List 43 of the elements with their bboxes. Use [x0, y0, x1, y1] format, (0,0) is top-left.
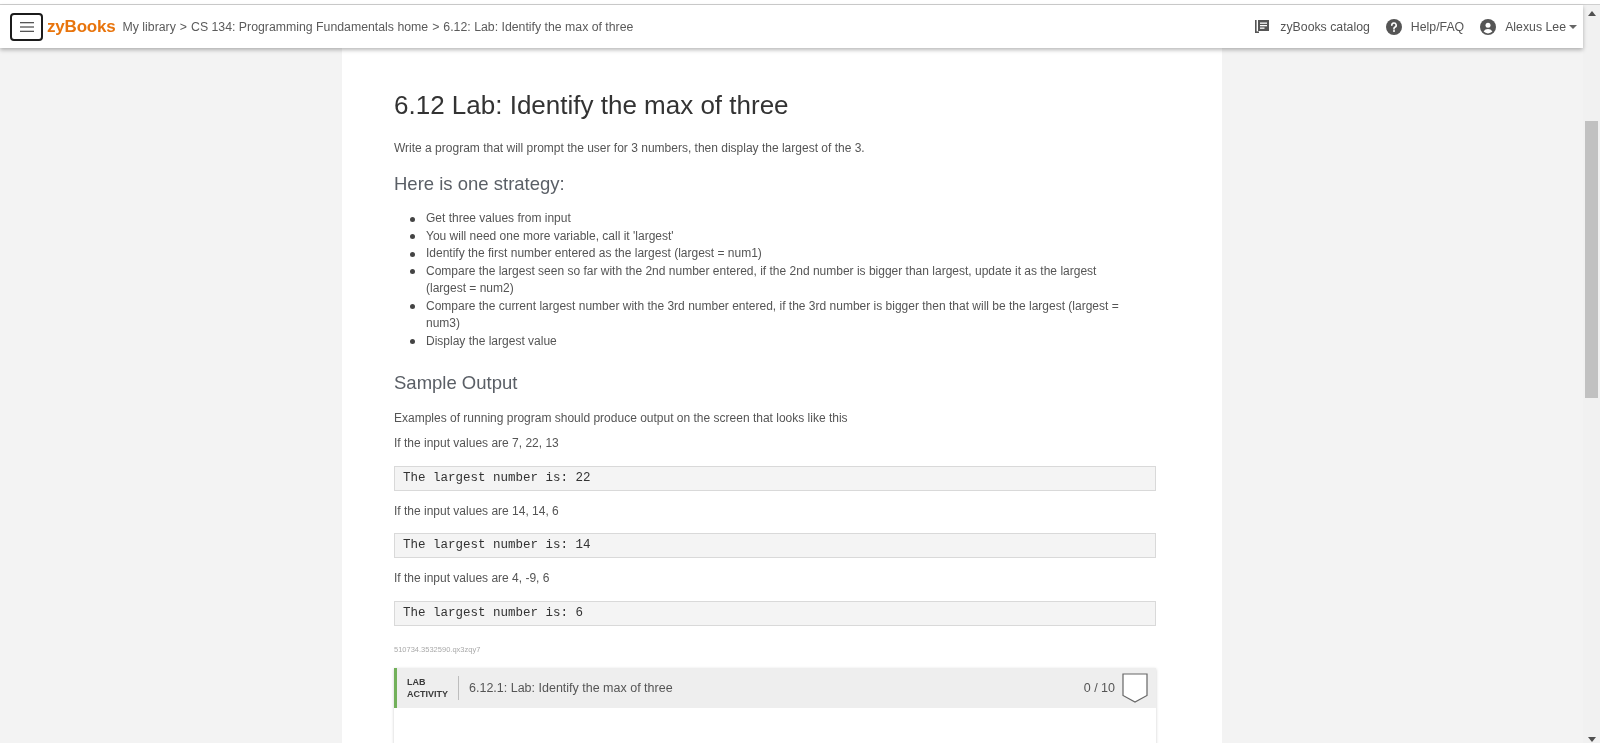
bullet-icon: [410, 339, 415, 344]
strategy-step: You will need one more variable, call it 'largest': [426, 227, 674, 245]
sample-intro-text: Examples of running program should produce output on the screen that looks like this: [394, 409, 849, 427]
sample-output-block: The largest number is: 14: [394, 533, 1156, 558]
sample-heading: Sample Output: [394, 371, 519, 395]
help-link[interactable]: Help/FAQ: [1385, 18, 1465, 35]
strategy-heading: Here is one strategy:: [394, 172, 566, 196]
lab-activity-title: 6.12.1: Lab: Identify the max of three: [469, 681, 673, 695]
score-text: 0 / 10: [1083, 681, 1115, 695]
example-input-note: If the input values are 4, -9, 6: [394, 570, 551, 587]
breadcrumb-separator: >: [432, 19, 440, 34]
strategy-step: Compare the largest seen so far with the 2nd number entered, if the 2nd number is bigger than largest, update it as the largest (largest = num2): [426, 262, 1132, 298]
user-menu[interactable]: Alexus Lee: [1480, 18, 1577, 35]
strategy-step: Get three values from input: [426, 210, 571, 228]
breadcrumb-separator: >: [179, 19, 187, 34]
example-input-note: If the input values are 7, 22, 13: [394, 435, 560, 452]
caret-down-icon: [1569, 24, 1577, 29]
sample-output-block: The largest number is: 6: [394, 600, 1156, 626]
bullet-icon: [410, 269, 415, 274]
scroll-up-icon[interactable]: [1588, 11, 1596, 16]
bullet-icon: [410, 304, 415, 309]
scrollbar-thumb[interactable]: [1585, 121, 1598, 398]
strategy-step: Display the largest value: [426, 332, 557, 350]
page-title: 6.12 Lab: Identify the max of three: [394, 89, 790, 122]
activity-type-label: LAB ACTIVITY: [407, 676, 448, 700]
scroll-down-icon[interactable]: [1588, 737, 1596, 742]
bullet-icon: [410, 234, 415, 239]
bullet-icon: [410, 251, 415, 257]
menu-icon: [19, 21, 34, 32]
breadcrumb-link[interactable]: My library: [122, 19, 176, 34]
user-avatar-icon: [1480, 18, 1497, 35]
bullet-icon: [410, 216, 415, 222]
breadcrumb-link[interactable]: CS 134: Programming Fundamentals home: [191, 19, 429, 34]
strategy-step: Compare the current largest number with the 3rd number entered, if the 3rd number is bigger then that will be the largest (largest = num3): [426, 297, 1132, 333]
breadcrumb-current: 6.12: Lab: Identify the max of three: [443, 19, 634, 34]
library-icon: [1255, 20, 1270, 33]
menu-button[interactable]: [10, 12, 43, 41]
catalog-link[interactable]: zyBooks catalog: [1255, 19, 1370, 34]
sample-output-block: The largest number is: 22: [394, 465, 1156, 491]
example-input-note: If the input values are 14, 14, 6: [394, 502, 560, 520]
intro-text: Write a program that will prompt the user for 3 numbers, then display the largest of the 3.: [394, 140, 866, 157]
help-icon: [1385, 18, 1402, 35]
strategy-step: Identify the first number entered as the largest (largest = num1): [426, 245, 762, 263]
